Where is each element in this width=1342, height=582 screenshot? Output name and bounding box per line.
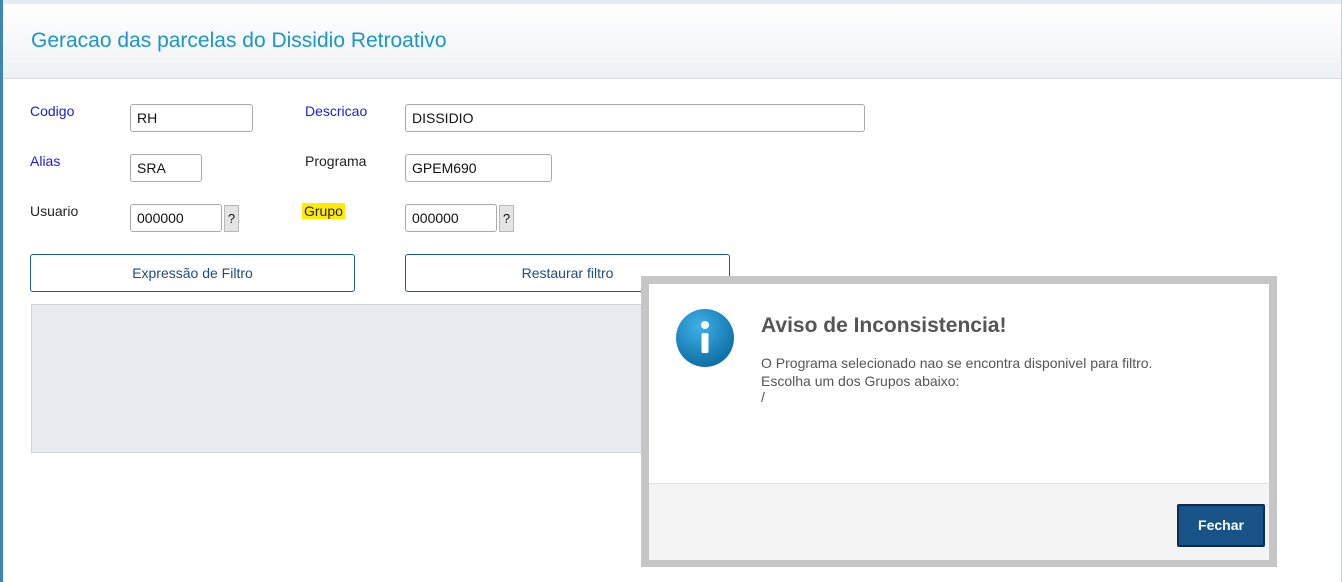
page-title: Geracao das parcelas do Dissidio Retroat… (31, 29, 447, 52)
dialog-body: Aviso de Inconsistencia! O Programa sele… (649, 284, 1269, 483)
grupo-label: Grupo (302, 203, 345, 219)
dialog-footer: Fechar (649, 483, 1269, 560)
left-border (0, 0, 3, 582)
close-button[interactable]: Fechar (1177, 504, 1265, 547)
dialog-message-line-2: Escolha um dos Grupos abaixo: (761, 373, 960, 389)
grupo-input[interactable] (405, 204, 497, 232)
grupo-lookup-button[interactable]: ? (499, 205, 514, 232)
filter-grid-panel (31, 304, 731, 453)
programa-input[interactable] (405, 154, 552, 182)
usuario-lookup-button[interactable]: ? (224, 205, 239, 232)
descricao-label: Descricao (305, 103, 368, 119)
dialog-message-line-1: O Programa selecionado nao se encontra d… (761, 355, 1153, 371)
usuario-label: Usuario (30, 203, 79, 219)
filter-expression-button[interactable]: Expressão de Filtro (30, 254, 355, 292)
codigo-input[interactable] (130, 104, 253, 132)
alias-label: Alias (30, 153, 61, 169)
inconsistency-dialog: Aviso de Inconsistencia! O Programa sele… (641, 276, 1277, 567)
codigo-label: Codigo (30, 103, 75, 119)
descricao-input[interactable] (405, 104, 865, 132)
dialog-title: Aviso de Inconsistencia! (761, 314, 1007, 337)
programa-label: Programa (305, 153, 367, 169)
usuario-input[interactable] (130, 204, 222, 232)
dialog-message-line-3: / (761, 389, 765, 405)
info-icon (676, 309, 734, 367)
page-header: Geracao das parcelas do Dissidio Retroat… (3, 4, 1341, 79)
alias-input[interactable] (130, 154, 202, 182)
